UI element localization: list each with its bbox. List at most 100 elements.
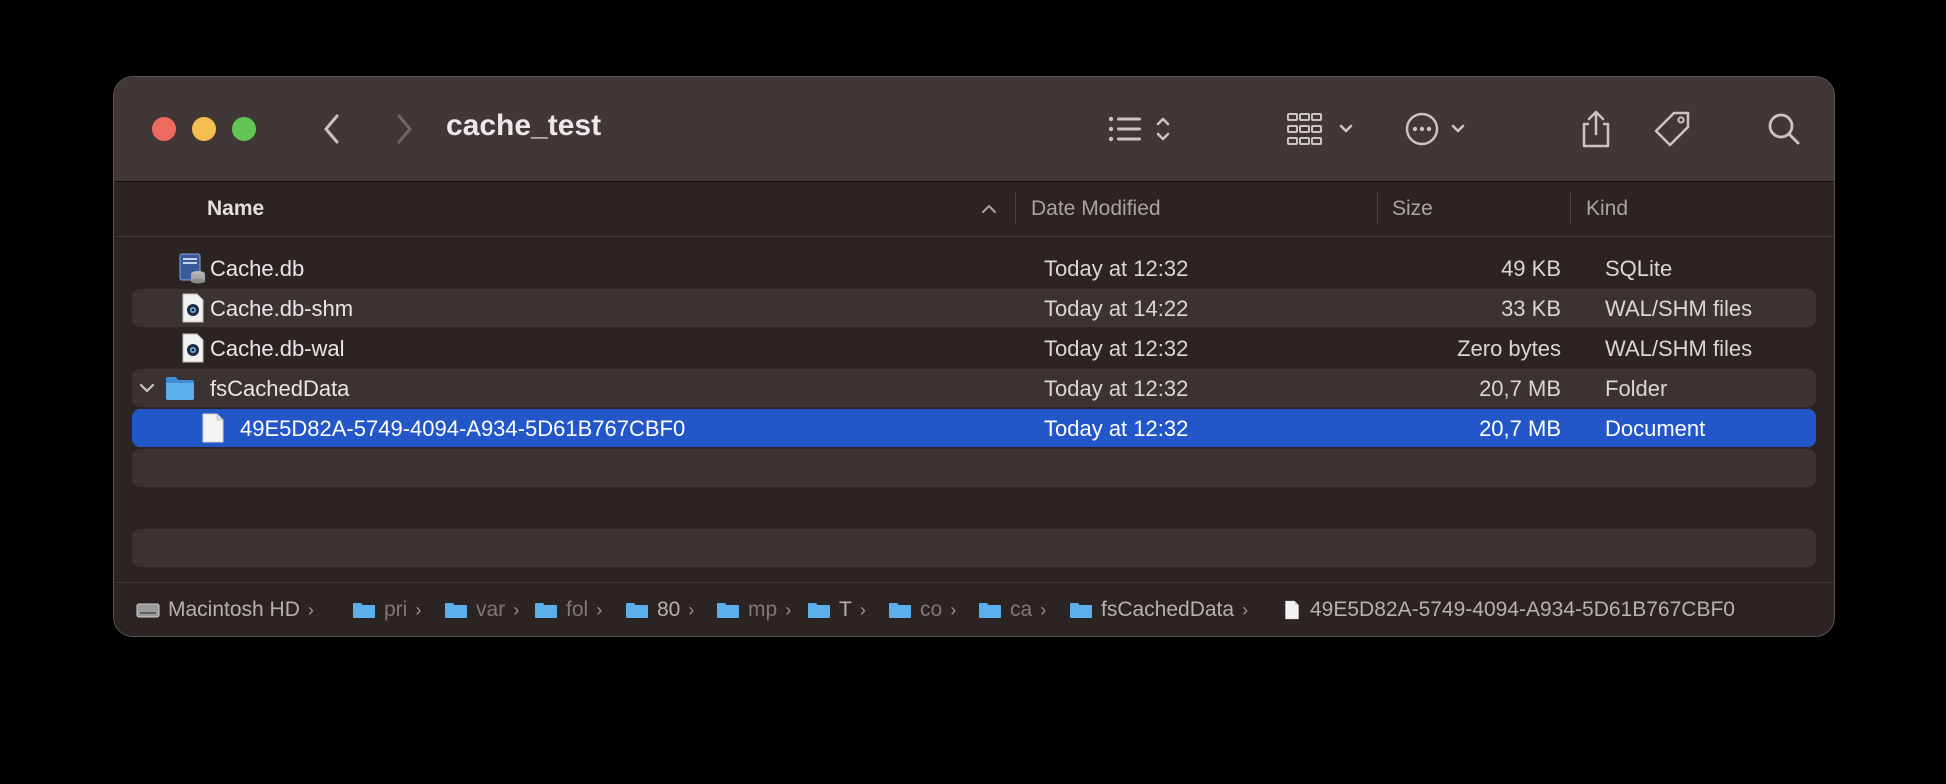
path-label: Macintosh HD <box>168 598 300 621</box>
file-name: Cache.db-shm <box>210 296 354 321</box>
path-separator: › <box>785 599 792 620</box>
column-size[interactable]: Size <box>1392 197 1433 221</box>
column-separator[interactable] <box>1570 192 1571 224</box>
file-row-selected[interactable]: 49E5D82A-5749-4094-A934-5D61B767CBF0 Tod… <box>132 409 1816 447</box>
column-date[interactable]: Date Modified <box>1031 197 1161 221</box>
folder-row[interactable]: fsCachedData Today at 12:32 20,7 MB Fold… <box>132 369 1816 407</box>
file-name: fsCachedData <box>210 376 350 401</box>
path-separator: › <box>859 599 866 620</box>
column-name[interactable]: Name <box>207 197 264 221</box>
path-item[interactable]: ca › <box>978 597 1046 623</box>
window-title: cache_test <box>446 109 602 142</box>
path-separator: › <box>1040 599 1047 620</box>
path-item[interactable]: T › <box>807 597 866 623</box>
tag-icon <box>1654 111 1690 147</box>
path-item[interactable]: co › <box>888 597 956 623</box>
folder-icon <box>445 603 467 618</box>
file-name: 49E5D82A-5749-4094-A934-5D61B767CBF0 <box>240 416 686 441</box>
file-date: Today at 12:32 <box>1044 376 1189 401</box>
file-date: Today at 12:32 <box>1044 416 1189 441</box>
column-separator[interactable] <box>1377 192 1378 224</box>
folder-icon <box>166 377 194 400</box>
toolbar: cache_test <box>114 77 1834 182</box>
file-name: Cache.db-wal <box>210 336 345 361</box>
document-icon <box>1285 600 1299 620</box>
path-label: fol <box>566 598 589 621</box>
list-view-icon <box>1108 116 1170 142</box>
folder-icon <box>979 603 1001 618</box>
empty-row <box>132 449 1816 487</box>
path-item-macintosh-hd[interactable]: Macintosh HD › <box>136 597 314 623</box>
forward-button[interactable] <box>384 105 424 153</box>
search-icon <box>1768 113 1800 145</box>
file-kind: WAL/SHM files <box>1605 296 1753 321</box>
sqlite-db-icon <box>179 253 205 284</box>
zoom-button[interactable] <box>232 117 256 141</box>
chevron-right-icon <box>397 114 412 144</box>
folder-icon <box>889 603 911 618</box>
disclosure-triangle-icon[interactable] <box>138 381 156 395</box>
hard-drive-icon <box>136 603 160 618</box>
file-size: Zero bytes <box>1457 336 1561 361</box>
folder-icon <box>626 603 648 618</box>
file-date: Today at 12:32 <box>1044 256 1189 281</box>
path-separator: › <box>415 599 422 620</box>
path-separator: › <box>1242 599 1249 620</box>
file-size: 20,7 MB <box>1479 416 1561 441</box>
back-button[interactable] <box>312 105 352 153</box>
path-separator: › <box>513 599 520 620</box>
file-row[interactable]: Cache.db Today at 12:32 49 KB SQLite <box>132 249 1816 287</box>
document-eye-icon <box>182 333 204 363</box>
file-size: 20,7 MB <box>1479 376 1561 401</box>
path-item[interactable]: var › <box>444 597 519 623</box>
file-row[interactable]: Cache.db-shm Today at 14:22 33 KB WAL/SH… <box>132 289 1816 327</box>
path-label: fsCachedData <box>1101 598 1235 621</box>
path-label: co <box>920 598 943 621</box>
path-label: ca <box>1010 598 1033 621</box>
grid-group-icon <box>1287 113 1353 145</box>
group-button[interactable] <box>1286 105 1362 153</box>
view-mode-button[interactable] <box>1104 105 1184 153</box>
chevron-left-icon <box>324 114 339 144</box>
folder-icon <box>1070 603 1092 618</box>
path-item-fscacheddata[interactable]: fsCachedData › <box>1069 597 1248 623</box>
file-kind: Document <box>1605 416 1706 441</box>
column-header: Name Date Modified Size Kind <box>114 182 1834 237</box>
path-label: var <box>476 598 506 621</box>
path-item-document[interactable]: 49E5D82A-5749-4094-A934-5D61B767CBF0 <box>1282 597 1735 623</box>
column-kind[interactable]: Kind <box>1586 197 1628 221</box>
file-date: Today at 12:32 <box>1044 336 1189 361</box>
share-button[interactable] <box>1574 105 1618 153</box>
folder-icon <box>717 603 739 618</box>
close-button[interactable] <box>152 117 176 141</box>
file-kind: WAL/SHM files <box>1605 336 1753 361</box>
document-eye-icon <box>182 293 204 323</box>
finder-window: cache_test Name Date Modified Size Kind … <box>113 76 1835 637</box>
file-size: 33 KB <box>1501 296 1561 321</box>
file-name: Cache.db <box>210 256 305 281</box>
minimize-button[interactable] <box>192 117 216 141</box>
action-button[interactable] <box>1404 105 1480 153</box>
folder-icon <box>535 603 557 618</box>
path-item[interactable]: 80 › <box>625 597 694 623</box>
path-item[interactable]: mp › <box>716 597 791 623</box>
column-separator[interactable] <box>1015 192 1016 224</box>
path-label: mp <box>748 598 778 621</box>
folder-icon <box>353 603 375 618</box>
file-kind: Folder <box>1605 376 1668 401</box>
file-row[interactable]: Cache.db-wal Today at 12:32 Zero bytes W… <box>132 329 1816 367</box>
share-icon <box>1582 110 1610 148</box>
more-ellipsis-icon <box>1405 112 1465 146</box>
path-label: T <box>839 598 852 621</box>
empty-row <box>132 529 1816 567</box>
path-separator: › <box>688 599 695 620</box>
tags-button[interactable] <box>1650 105 1694 153</box>
sort-ascending-icon[interactable] <box>980 202 998 216</box>
path-item[interactable]: fol › <box>534 597 602 623</box>
path-bar: Macintosh HD › pri › var › fol › 80 › mp… <box>114 582 1834 636</box>
path-item[interactable]: pri › <box>352 597 421 623</box>
file-date: Today at 14:22 <box>1044 296 1189 321</box>
document-icon <box>202 413 224 443</box>
path-label: pri <box>384 598 408 621</box>
search-button[interactable] <box>1762 105 1806 153</box>
